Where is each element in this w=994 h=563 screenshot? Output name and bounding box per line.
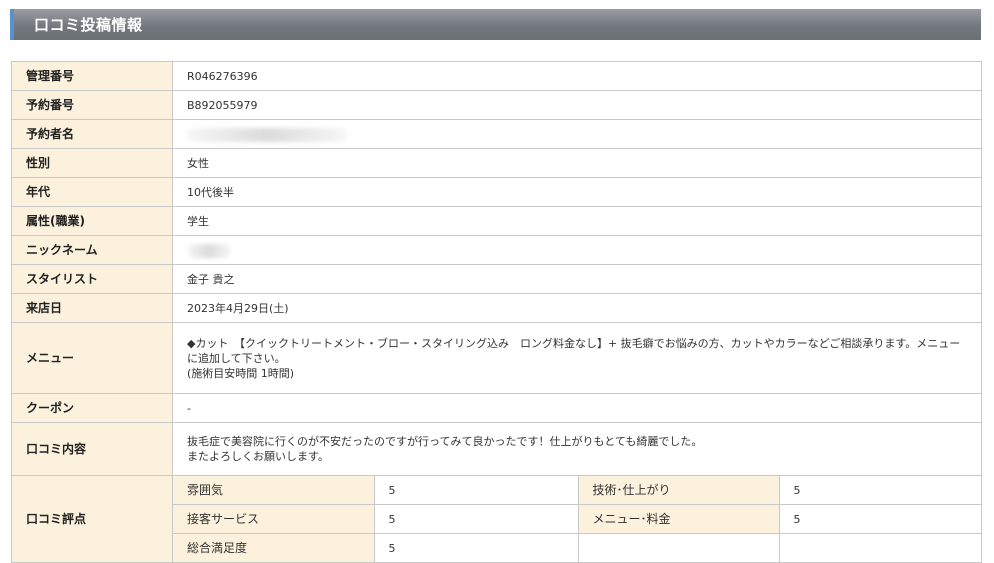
ratings-grid: 雰囲気 5 技術･仕上がり 5 接客サービス 5 メニュー･料金 5 総合満足度… [173, 476, 982, 562]
row-occupation: 属性(職業) 学生 [11, 206, 982, 236]
empty-cell [577, 533, 780, 562]
rating-value: 5 [373, 476, 579, 505]
row-visit-date: 来店日 2023年4月29日(土) [11, 293, 982, 323]
section-header: 口コミ投稿情報 [10, 9, 981, 40]
field-label: 予約番号 [11, 90, 173, 120]
field-label: メニュー [11, 322, 173, 394]
field-value: 金子 貴之 [172, 264, 982, 294]
menu-duration: (施術目安時間 1時間) [187, 366, 295, 380]
field-label: ニックネーム [11, 235, 173, 265]
rating-value: 5 [778, 504, 982, 534]
redacted-name [187, 127, 347, 142]
field-label: 口コミ評点 [11, 475, 173, 563]
redacted-nickname [187, 243, 231, 258]
section-title: 口コミ投稿情報 [34, 16, 143, 34]
ratings-grid-cell: 雰囲気 5 技術･仕上がり 5 接客サービス 5 メニュー･料金 5 総合満足度… [172, 475, 982, 563]
row-review-content: 口コミ内容 抜毛症で美容院に行くのが不安だったのですが行ってみて良かったです！仕… [11, 422, 982, 476]
row-coupon: クーポン - [11, 393, 982, 423]
row-reserver-name: 予約者名 [11, 119, 982, 149]
row-menu: メニュー ◆カット 【クイックトリートメント・ブロー・スタイリング込み ロング料… [11, 322, 982, 394]
menu-description: ◆カット 【クイックトリートメント・ブロー・スタイリング込み ロング料金なし】+… [187, 336, 961, 365]
field-label: 口コミ内容 [11, 422, 173, 476]
field-value-redacted [172, 119, 982, 149]
review-info-table: 管理番号 R046276396 予約番号 B892055979 予約者名 性別 … [11, 61, 982, 563]
ratings-row: 接客サービス 5 メニュー･料金 5 [173, 504, 982, 534]
field-value: - [172, 393, 982, 423]
field-label: 来店日 [11, 293, 173, 323]
rating-label: 接客サービス [173, 504, 375, 534]
field-value: B892055979 [172, 90, 982, 120]
row-management-number: 管理番号 R046276396 [11, 61, 982, 91]
field-value: 2023年4月29日(土) [172, 293, 982, 323]
field-label: 予約者名 [11, 119, 173, 149]
rating-label: メニュー･料金 [577, 504, 780, 534]
field-label: クーポン [11, 393, 173, 423]
field-label: 年代 [11, 177, 173, 207]
row-nickname: ニックネーム [11, 235, 982, 265]
ratings-row: 雰囲気 5 技術･仕上がり 5 [173, 476, 982, 505]
rating-label: 総合満足度 [173, 533, 375, 562]
empty-cell [778, 533, 982, 562]
rating-label: 技術･仕上がり [577, 476, 780, 505]
row-age: 年代 10代後半 [11, 177, 982, 207]
rating-value: 5 [778, 476, 982, 505]
rating-value: 5 [373, 504, 579, 534]
rating-label: 雰囲気 [173, 476, 375, 505]
rating-value: 5 [373, 533, 579, 562]
menu-value: ◆カット 【クイックトリートメント・ブロー・スタイリング込み ロング料金なし】+… [172, 322, 982, 394]
field-value-redacted [172, 235, 982, 265]
field-label: 性別 [11, 148, 173, 178]
field-label: 管理番号 [11, 61, 173, 91]
ratings-row: 総合満足度 5 [173, 533, 982, 562]
row-gender: 性別 女性 [11, 148, 982, 178]
row-ratings: 口コミ評点 雰囲気 5 技術･仕上がり 5 接客サービス 5 メニュー･料金 5 [11, 475, 982, 563]
field-value: 学生 [172, 206, 982, 236]
review-text-line: 抜毛症で美容院に行くのが不安だったのですが行ってみて良かったです！仕上がりもとて… [187, 435, 703, 448]
field-value: R046276396 [172, 61, 982, 91]
row-reservation-number: 予約番号 B892055979 [11, 90, 982, 120]
review-value: 抜毛症で美容院に行くのが不安だったのですが行ってみて良かったです！仕上がりもとて… [172, 422, 982, 476]
field-label: 属性(職業) [11, 206, 173, 236]
review-text-line: またよろしくお願いします。 [187, 450, 329, 463]
field-value: 女性 [172, 148, 982, 178]
field-label: スタイリスト [11, 264, 173, 294]
row-stylist: スタイリスト 金子 貴之 [11, 264, 982, 294]
field-value: 10代後半 [172, 177, 982, 207]
